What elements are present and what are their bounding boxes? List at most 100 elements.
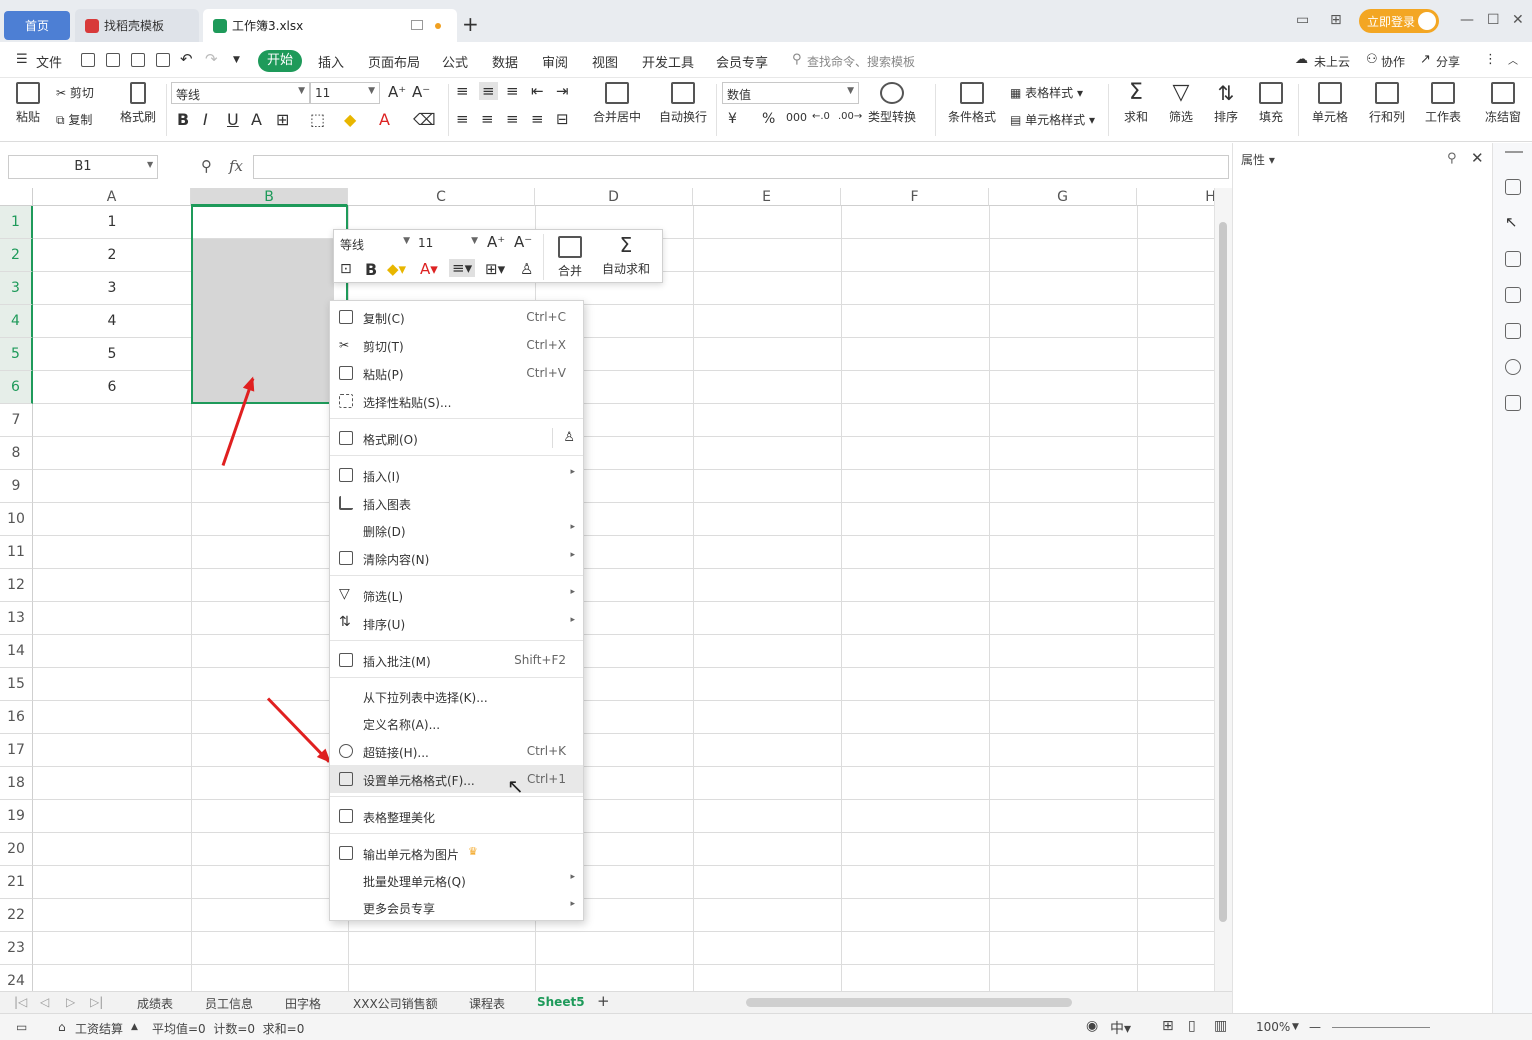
menu-member-more[interactable]: 更多会员专享 ▸ [330,893,583,921]
sheet-tab-staff[interactable]: 员工信息 [205,995,253,1012]
sheet-tab-sheet5[interactable]: Sheet5 [537,995,585,1009]
cut-button[interactable]: ✂ 剪切 [56,84,94,101]
type-convert-button[interactable]: 类型转换 [864,78,920,125]
close-window-icon[interactable]: ✕ [1512,12,1524,28]
menu-format-cells[interactable]: 设置单元格格式(F)... Ctrl+1 [330,765,583,793]
font-select[interactable]: 等线 ▼ [171,82,310,104]
row-header[interactable]: 8 [0,437,33,470]
font-color-icon[interactable]: A▾ [420,260,438,278]
wrap-text-button[interactable]: 自动换行 [655,78,711,125]
menu-member[interactable]: 会员专享 [716,52,768,71]
currency-icon[interactable]: ¥ [728,111,737,127]
layout-icon[interactable]: ▭ [1296,12,1309,28]
menu-clear-contents[interactable]: 清除内容(N) ▸ [330,544,583,572]
conditional-format-button[interactable]: 条件格式 [942,78,1002,125]
menu-pick-from-list[interactable]: 从下拉列表中选择(K)... [330,682,583,710]
menu-view[interactable]: 视图 [592,52,618,71]
row-header[interactable]: 3 [0,272,33,305]
row-header[interactable]: 5 [0,338,33,371]
pin-brush-icon[interactable]: ♙ [563,430,575,445]
row-header[interactable]: 15 [0,668,33,701]
undo-icon[interactable]: ↶ [180,50,193,68]
border-icon[interactable]: ⊞ [276,110,289,129]
minimize-icon[interactable]: — [1460,12,1474,28]
sort-button[interactable]: ⇅ 排序 [1205,78,1247,125]
row-header[interactable]: 16 [0,701,33,734]
cell-a4[interactable]: 4 [33,305,191,338]
menu-developer[interactable]: 开发工具 [642,52,694,71]
underline-icon[interactable]: U [227,110,239,129]
menu-page-layout[interactable]: 页面布局 [368,52,420,71]
cell-style-button[interactable]: ▤ 单元格样式 ▾ [1010,111,1095,128]
zoom-formula-icon[interactable]: ⚲ [201,157,212,175]
menu-review[interactable]: 审阅 [542,52,568,71]
zoom-out-icon[interactable]: — [1309,1020,1321,1034]
align-right-icon[interactable]: ≡ [506,110,519,128]
sheet-tab-grades[interactable]: 成绩表 [137,995,173,1012]
col-header-b[interactable]: B [191,188,348,206]
row-header[interactable]: 10 [0,503,33,536]
quick-access-dropdown-icon[interactable]: ▼ [233,55,240,65]
align-left-icon[interactable]: ≡ [456,110,469,128]
shrink-font-icon[interactable]: A⁻ [412,83,430,101]
row-header[interactable]: 17 [0,734,33,767]
menu-formula[interactable]: 公式 [442,52,468,71]
cloud-status[interactable]: 未上云 [1314,53,1350,70]
strikethrough-icon[interactable]: A [251,110,262,129]
cell-a3[interactable]: 3 [33,272,191,305]
row-header[interactable]: 9 [0,470,33,503]
filter-button[interactable]: ▽ 筛选 [1160,78,1202,125]
align-bottom-icon[interactable]: ≡ [506,82,519,100]
tab-template[interactable]: 找稻壳模板 [75,9,199,42]
row-col-button[interactable]: 行和列 [1362,78,1412,125]
shrink-font-icon[interactable]: A⁻ [514,233,532,251]
search-icon[interactable]: ⚲ [792,52,802,67]
row-header[interactable]: 12 [0,569,33,602]
row-header[interactable]: 6 [0,371,33,404]
align-center-icon[interactable]: ≡ [481,110,494,128]
monitor-icon[interactable] [411,20,423,30]
cell-a6[interactable]: 6 [33,371,191,404]
col-header-e[interactable]: E [693,188,841,206]
break-view-icon[interactable]: ▥ [1214,1018,1227,1034]
hamburger-icon[interactable]: ☰ [16,52,28,67]
menu-batch-cells[interactable]: 批量处理单元格(Q) ▸ [330,866,583,894]
fx-icon[interactable]: fx [229,157,243,175]
col-header-h[interactable]: H [1137,188,1214,206]
save-icon[interactable] [81,53,95,67]
command-search[interactable]: 查找命令、搜索模板 [807,53,915,70]
border-icon[interactable]: ⊞▾ [485,260,505,278]
justify-icon[interactable]: ≡ [531,110,544,128]
image-settings-icon[interactable] [1505,323,1521,339]
rocket-icon[interactable] [1505,179,1521,195]
row-header[interactable]: 20 [0,833,33,866]
number-format-select[interactable]: 数值 ▼ [722,82,859,104]
wage-settlement[interactable]: 工资结算 [75,1020,123,1037]
row-header[interactable]: 19 [0,800,33,833]
freeze-button[interactable]: 冻结窗 [1482,78,1524,125]
formula-input[interactable] [253,155,1229,179]
row-header[interactable]: 18 [0,767,33,800]
redo-icon[interactable]: ↷ [205,50,218,68]
mini-autosum-button[interactable]: Σ 自动求和 [596,234,656,277]
menu-cut[interactable]: ✂ 剪切(T) Ctrl+X [330,331,583,359]
cursor-select-icon[interactable]: ↖ [1505,215,1521,231]
fill-button[interactable]: 填充 [1250,78,1292,125]
pin-icon[interactable]: ⚲ [1447,151,1457,166]
cell-a1[interactable]: 1 [33,206,191,239]
menu-insert-comment[interactable]: 插入批注(M) Shift+F2 [330,646,583,674]
compass-icon[interactable] [1505,359,1521,375]
maximize-icon[interactable]: ☐ [1487,12,1500,28]
menu-format-painter[interactable]: 格式刷(O) ♙ [330,424,583,452]
row-header[interactable]: 1 [0,206,33,239]
chevron-down-icon[interactable]: ▼ [1292,1022,1299,1032]
menu-delete[interactable]: 删除(D) ▸ [330,516,583,544]
share-button[interactable]: 分享 [1436,53,1460,70]
new-tab-icon[interactable]: + [462,14,479,34]
menu-insert-chart[interactable]: 插入图表 [330,489,583,517]
row-header[interactable]: 7 [0,404,33,437]
sum-button[interactable]: Σ 求和 [1116,78,1156,125]
menu-paste[interactable]: 粘贴(P) Ctrl+V [330,359,583,387]
brush-icon[interactable]: ♙ [520,260,533,278]
chevron-up-icon[interactable]: ▲ [131,1022,138,1032]
